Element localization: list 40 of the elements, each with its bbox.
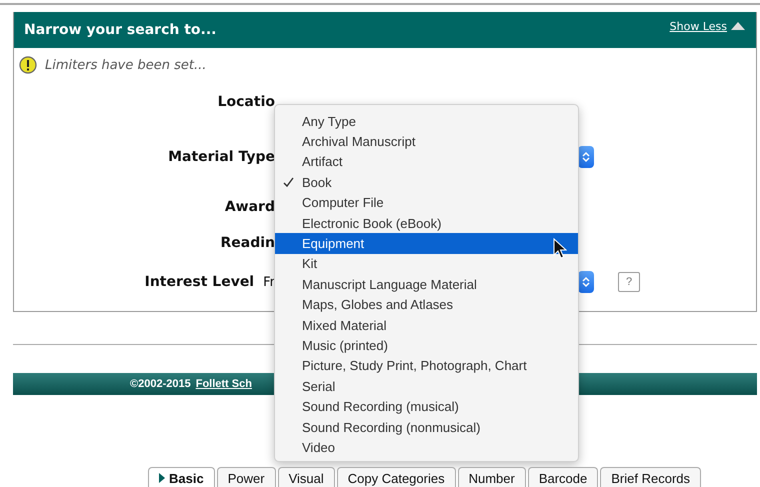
field-value: Fr (263, 274, 275, 290)
tab[interactable]: Brief Records (600, 467, 701, 487)
tab[interactable]: Number (458, 467, 526, 487)
menu-item[interactable]: Kit (275, 254, 578, 274)
menu-item[interactable]: Picture, Study Print, Photograph, Chart (275, 356, 578, 376)
menu-item[interactable]: Sound Recording (musical) (275, 396, 578, 417)
menu-item[interactable]: Archival Manuscript (275, 131, 578, 152)
menu-item[interactable]: Artifact (275, 152, 578, 172)
menu-item[interactable]: Mixed Material (275, 314, 578, 336)
menu-item[interactable]: Maps, Globes and Atlases (275, 294, 578, 315)
menu-item[interactable]: Manuscript Language Material (275, 274, 578, 295)
tab[interactable]: Barcode (528, 467, 598, 487)
help-button[interactable]: ? (618, 272, 640, 292)
menu-item[interactable]: Serial (275, 376, 578, 396)
company-link[interactable]: Follett Sch (196, 378, 252, 390)
field-label: Readin (220, 235, 275, 251)
field-label: Award (224, 199, 275, 215)
field-label: Interest Level (144, 274, 254, 290)
menu-item[interactable]: Book (275, 172, 578, 193)
triangle-right-icon (159, 473, 165, 483)
menu-item[interactable]: Equipment (275, 233, 578, 254)
limiters-notice: Limiters have been set... (45, 58, 206, 72)
panel-title: Narrow your search to... (24, 22, 216, 38)
menu-item[interactable]: Video (275, 437, 578, 458)
menu-item[interactable]: Electronic Book (eBook) (275, 212, 578, 234)
field-label: Material Type (168, 148, 275, 164)
tab[interactable]: Copy Categories (336, 467, 456, 487)
mouse-pointer-icon (553, 238, 567, 260)
tab[interactable]: Basic (148, 467, 215, 487)
field-label: Locatio (218, 94, 275, 110)
menu-item[interactable]: Computer File (275, 192, 578, 213)
tab[interactable]: Power (216, 467, 276, 487)
triangle-up-icon (730, 21, 746, 31)
menu-item[interactable]: Any Type (275, 111, 578, 132)
menu-item[interactable]: Music (printed) (275, 335, 578, 356)
show-less-link[interactable]: Show Less (670, 20, 746, 32)
menu-item[interactable]: Sound Recording (nonmusical) (275, 416, 578, 438)
warning-icon (19, 56, 37, 74)
copyright-text: ©2002-2015 (130, 378, 191, 390)
tab[interactable]: Visual (278, 467, 335, 487)
